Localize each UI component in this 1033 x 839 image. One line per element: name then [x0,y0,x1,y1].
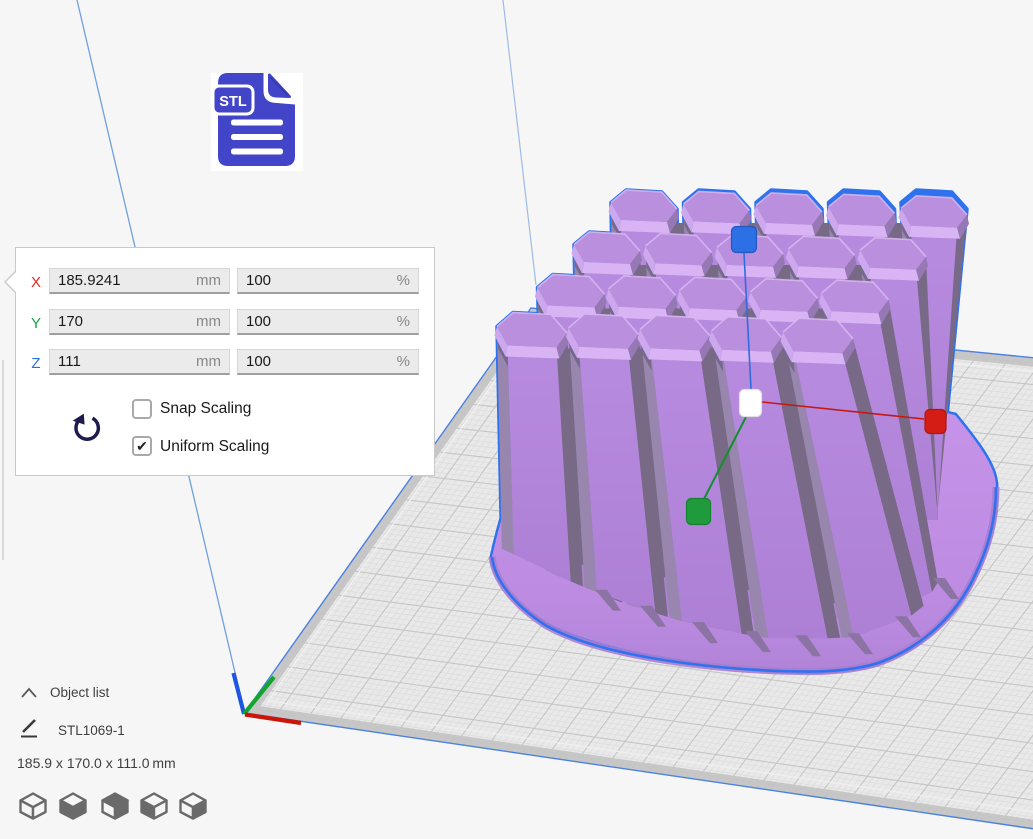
svg-text:STL: STL [219,94,247,110]
